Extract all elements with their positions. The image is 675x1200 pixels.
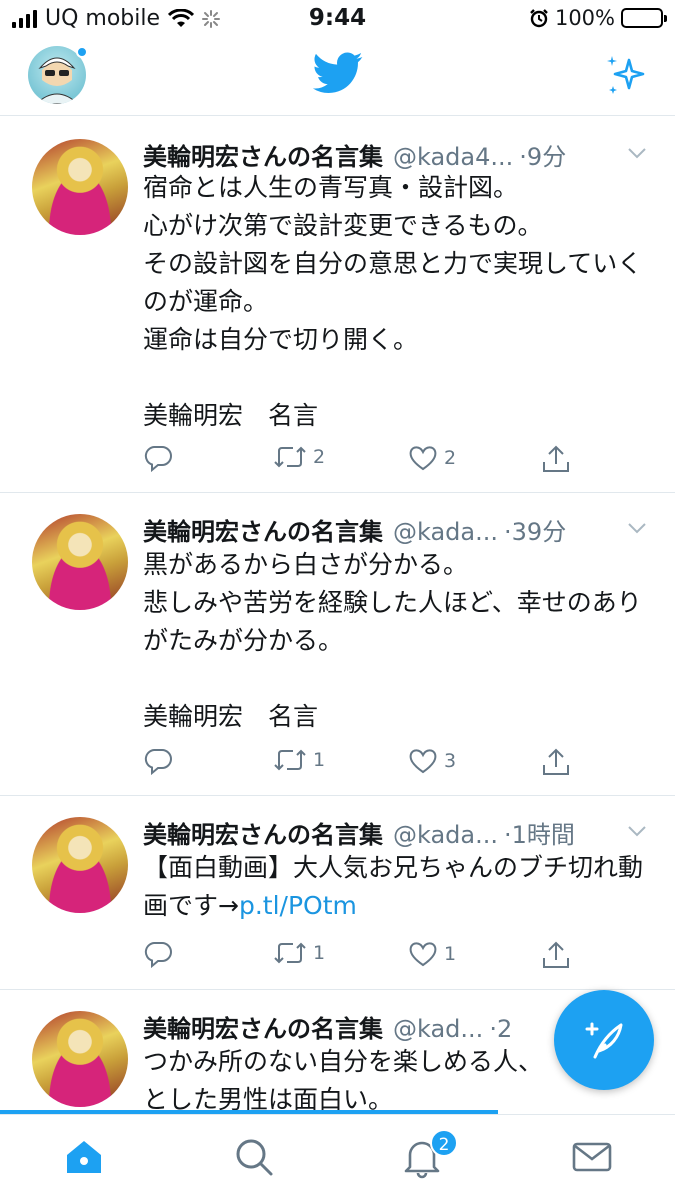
- tweet-actions: 1 1: [143, 940, 583, 972]
- twitter-bird-icon: [312, 52, 363, 93]
- messages-mail-icon[interactable]: [570, 1135, 614, 1179]
- top-header: [0, 38, 675, 116]
- like-button[interactable]: 1: [408, 940, 456, 968]
- like-button[interactable]: 2: [408, 444, 456, 472]
- tweet-actions: 1 3: [143, 747, 583, 779]
- alarm-icon: [530, 9, 548, 28]
- display-name[interactable]: 美輪明宏さんの名言集: [143, 815, 383, 850]
- share-icon: [543, 941, 569, 968]
- chevron-down-icon[interactable]: [627, 147, 647, 159]
- status-bar: UQ mobile 9:44 100%: [0, 0, 675, 38]
- heart-icon: [409, 749, 437, 774]
- tweet-avatar[interactable]: [32, 139, 128, 235]
- like-count: 3: [444, 750, 457, 772]
- retweet-icon: [274, 446, 306, 468]
- timestamp: 2: [496, 1015, 513, 1043]
- tweet-actions: 2 2: [143, 444, 583, 476]
- retweet-icon: [274, 942, 306, 964]
- display-name[interactable]: 美輪明宏さんの名言集: [143, 512, 383, 547]
- tweet-avatar[interactable]: [32, 1011, 128, 1107]
- retweet-button[interactable]: 1: [273, 747, 325, 773]
- retweet-count: 1: [313, 942, 326, 964]
- user-handle: @kad...: [393, 1015, 484, 1043]
- retweet-icon: [274, 749, 306, 771]
- separator-dot: ·: [504, 821, 512, 849]
- share-button[interactable]: [541, 940, 571, 970]
- reply-icon: [144, 446, 172, 472]
- notification-badge: 2: [430, 1129, 458, 1157]
- tweet-text: 宿命とは人生の青写真・設計図。 心がけ次第で設計変更できるもの。 その設計図を自…: [143, 173, 643, 430]
- share-button[interactable]: [541, 444, 571, 474]
- separator-dot: ·: [519, 143, 527, 171]
- reply-icon: [144, 942, 172, 968]
- compose-tweet-button[interactable]: [554, 990, 654, 1090]
- separator-dot: ·: [489, 1015, 497, 1043]
- share-icon: [543, 748, 569, 775]
- retweet-button[interactable]: 2: [273, 444, 325, 470]
- search-icon[interactable]: [232, 1135, 276, 1179]
- chevron-down-icon[interactable]: [627, 825, 647, 837]
- tweet-text: 【面白動画】大人気お兄ちゃんのブチ切れ動画です→p.tl/POtm: [143, 849, 643, 925]
- heart-icon: [409, 446, 437, 471]
- sparkle-icon[interactable]: [603, 54, 647, 98]
- display-name[interactable]: 美輪明宏さんの名言集: [143, 1009, 383, 1044]
- retweet-count: 2: [313, 446, 326, 468]
- tweet-avatar[interactable]: [32, 817, 128, 913]
- timestamp: 9分: [526, 143, 567, 171]
- battery-percent: 100%: [554, 6, 615, 30]
- timestamp: 39分: [511, 518, 567, 546]
- reply-icon: [144, 749, 172, 775]
- tweet[interactable]: 美輪明宏さんの名言集 @kada... · 1時間 【面白動画】大人気お兄ちゃん…: [0, 797, 675, 990]
- reply-button[interactable]: [143, 940, 173, 968]
- user-handle: @kada4...: [393, 143, 514, 171]
- battery-icon: [621, 8, 667, 28]
- tweet[interactable]: 美輪明宏さんの名言集 @kada... · 39分 黒があるから白さが分かる。 …: [0, 494, 675, 796]
- display-name[interactable]: 美輪明宏さんの名言集: [143, 137, 383, 172]
- like-count: 2: [444, 447, 457, 469]
- retweet-button[interactable]: 1: [273, 940, 325, 966]
- bottom-tab-bar: 2: [0, 1114, 675, 1200]
- share-button[interactable]: [541, 747, 571, 777]
- like-count: 1: [444, 943, 457, 965]
- share-icon: [543, 445, 569, 472]
- like-button[interactable]: 3: [408, 747, 456, 775]
- reply-button[interactable]: [143, 747, 173, 775]
- tweet-link[interactable]: p.tl/POtm: [239, 891, 357, 920]
- user-handle: @kada...: [393, 821, 499, 849]
- tweet[interactable]: 美輪明宏さんの名言集 @kada4... · 9分 宿命とは人生の青写真・設計図…: [0, 117, 675, 493]
- heart-icon: [409, 942, 437, 967]
- chevron-down-icon[interactable]: [627, 522, 647, 534]
- retweet-count: 1: [313, 749, 326, 771]
- user-handle: @kada...: [393, 518, 499, 546]
- compose-feather-icon: [585, 1022, 623, 1059]
- home-icon[interactable]: [62, 1135, 106, 1179]
- tweet-text: 黒があるから白さが分かる。 悲しみや苦労を経験した人ほど、幸せのありがたみが分か…: [143, 550, 642, 731]
- reply-button[interactable]: [143, 444, 173, 472]
- tweet-text-content: 【面白動画】大人気お兄ちゃんのブチ切れ動画です→: [143, 853, 644, 920]
- tweet-avatar[interactable]: [32, 514, 128, 610]
- unread-dot: [76, 46, 88, 58]
- separator-dot: ·: [504, 518, 512, 546]
- timestamp: 1時間: [511, 821, 575, 849]
